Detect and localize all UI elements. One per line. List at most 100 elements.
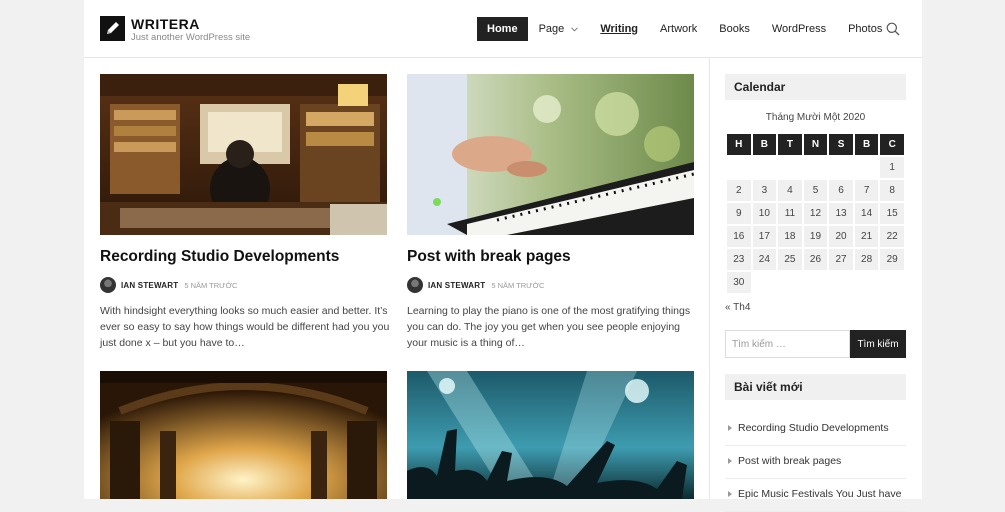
calendar-week-row: 23 24 25 26 27 28 29 [727, 249, 904, 270]
calendar-day: 5 [803, 180, 828, 201]
calendar-day: 23 [727, 249, 751, 270]
nav-artwork[interactable]: Artwork [660, 17, 697, 41]
sidebar-divider [709, 58, 710, 499]
calendar-caption: Tháng Mười Một 2020 [765, 112, 866, 123]
calendar-week-row: 1 [727, 157, 904, 178]
calendar-day: 2 [727, 180, 751, 201]
calendar-week-row: 16 17 18 19 20 21 22 [727, 226, 904, 247]
post-meta: IAN STEWART 5 NĂM TRƯỚC [407, 277, 544, 293]
bullet-triangle-icon [728, 491, 732, 497]
nav-page[interactable]: Page [539, 17, 579, 41]
calendar-empty-cell [753, 272, 777, 293]
post-author[interactable]: IAN STEWART [428, 281, 485, 290]
post-card: Post with break pages IAN STEWART 5 NĂM … [407, 74, 694, 354]
calendar-days: 1 2 3 4 5 6 7 8 9 10 11 12 13 14 15 16 17 18 19 20 21 22 23 24 2… [727, 157, 904, 293]
recent-posts-title: Bài viết mới [725, 374, 906, 400]
calendar-week-row: 2345678 [727, 180, 904, 201]
search-input[interactable] [725, 330, 850, 358]
post-excerpt: With hindsight everything looks so much … [100, 305, 390, 349]
calendar-empty-cell [829, 157, 853, 178]
calendar-day: 20 [829, 226, 853, 247]
calendar-day: 17 [752, 226, 777, 247]
post-meta: IAN STEWART 5 NĂM TRƯỚC [100, 277, 237, 293]
weekday-header: T [778, 134, 802, 155]
chevron-down-icon [571, 27, 579, 32]
calendar-day: 27 [829, 249, 853, 270]
nav-photos[interactable]: Photos [848, 17, 882, 41]
post-thumbnail-piano[interactable] [407, 74, 694, 235]
weekday-header: B [854, 134, 879, 155]
calendar-day: 11 [778, 203, 802, 224]
site-header: WRITERA Just another WordPress site Home… [84, 0, 922, 58]
calendar-day: 3 [752, 180, 777, 201]
recent-post-link[interactable]: Epic Music Festivals You Just have [725, 479, 906, 512]
nav-home[interactable]: Home [477, 17, 528, 41]
calendar-empty-cell [727, 157, 751, 178]
concert-stage-image [100, 371, 387, 499]
search-icon[interactable] [886, 22, 900, 36]
recent-post-link[interactable]: Recording Studio Developments [725, 413, 906, 446]
calendar-day: 16 [727, 226, 751, 247]
site-tagline: Just another WordPress site [131, 32, 251, 43]
post-thumbnail-studio[interactable] [100, 74, 387, 235]
pencil-logo-icon[interactable] [100, 16, 125, 41]
piano-image [407, 74, 694, 235]
nav-books[interactable]: Books [719, 17, 750, 41]
calendar-empty-cell [880, 272, 904, 293]
weekday-header: N [803, 134, 828, 155]
nav-writing[interactable]: Writing [600, 17, 638, 41]
calendar-day: 25 [778, 249, 802, 270]
post-date[interactable]: 5 NĂM TRƯỚC [184, 281, 237, 290]
page: WRITERA Just another WordPress site Home… [84, 0, 922, 512]
calendar-day: 28 [854, 249, 879, 270]
calendar-table: H B T N S B C 1 2 3 4 5 6 7 8 9 10 11 12 13 14 15 16 17 1… [725, 132, 906, 295]
calendar-day: 12 [803, 203, 828, 224]
calendar-weekday-row: H B T N S B C [727, 134, 904, 155]
recording-studio-image [100, 74, 387, 235]
calendar-empty-cell [855, 157, 879, 178]
author-avatar[interactable] [100, 277, 116, 293]
calendar-day: 13 [829, 203, 853, 224]
recent-posts-list: Recording Studio Developments Post with … [725, 413, 906, 512]
calendar-empty-cell [753, 157, 777, 178]
main-nav: Home Page Writing Artwork Books WordPres… [477, 17, 904, 41]
weekday-header: S [829, 134, 853, 155]
post-title[interactable]: Post with break pages [407, 248, 571, 266]
calendar-day: 19 [803, 226, 828, 247]
bullet-triangle-icon [728, 425, 732, 431]
calendar-day: 6 [829, 180, 853, 201]
recent-post-link[interactable]: Post with break pages [725, 446, 906, 479]
post-thumbnail-festival[interactable] [407, 371, 694, 499]
calendar-day: 29 [880, 249, 904, 270]
calendar-day: 22 [880, 226, 904, 247]
calendar-day: 18 [778, 226, 802, 247]
calendar-week-row: 9 10 11 12 13 14 15 [727, 203, 904, 224]
calendar-empty-cell [855, 272, 879, 293]
post-title[interactable]: Recording Studio Developments [100, 248, 339, 266]
calendar-empty-cell [778, 157, 802, 178]
calendar-day: 21 [854, 226, 879, 247]
bullet-triangle-icon [728, 458, 732, 464]
calendar-day: 7 [854, 180, 879, 201]
post-date[interactable]: 5 NĂM TRƯỚC [491, 281, 544, 290]
calendar-week-row: 30 [727, 272, 904, 293]
calendar-day: 24 [752, 249, 777, 270]
post-thumbnail-stage[interactable] [100, 371, 387, 499]
nav-wordpress[interactable]: WordPress [772, 17, 826, 41]
site-title[interactable]: WRITERA [131, 16, 200, 32]
calendar-empty-cell [804, 157, 828, 178]
calendar-day: 14 [854, 203, 879, 224]
pencil-icon [107, 22, 119, 34]
recent-post-label: Epic Music Festivals You Just have [738, 488, 902, 500]
calendar-day: 8 [880, 180, 904, 201]
calendar-prev-link[interactable]: « Th4 [725, 302, 750, 313]
post-excerpt: Learning to play the piano is one of the… [407, 305, 691, 349]
author-avatar[interactable] [407, 277, 423, 293]
nav-page-label: Page [538, 23, 565, 35]
calendar-day: 15 [880, 203, 904, 224]
recent-post-label: Post with break pages [738, 455, 842, 467]
search-submit-button[interactable]: Tìm kiếm [850, 330, 906, 358]
calendar-day: 10 [752, 203, 777, 224]
calendar-day: 4 [778, 180, 802, 201]
post-author[interactable]: IAN STEWART [121, 281, 178, 290]
